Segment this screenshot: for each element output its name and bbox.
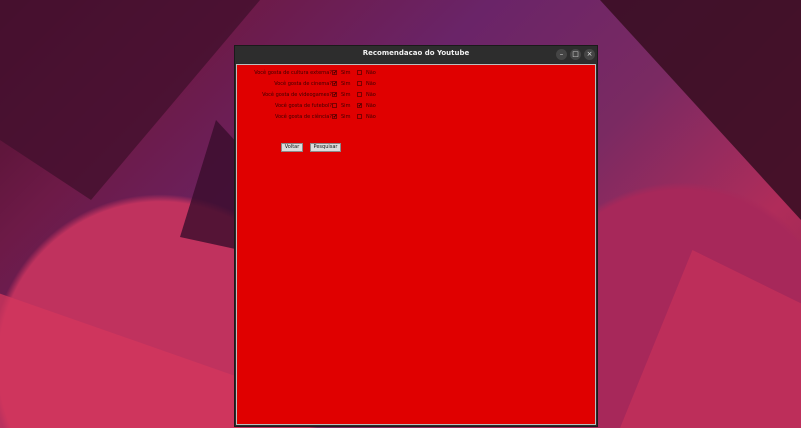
question-label: Você gosta de videogames? (262, 92, 332, 98)
question-label: Você gosta de cultura externa? (254, 70, 332, 76)
back-button[interactable]: Voltar (281, 143, 303, 152)
nao-label: Não (366, 70, 376, 76)
maximize-button[interactable]: □ (570, 49, 581, 60)
question-row: Você gosta de videogames? ✔ Sim Não (237, 90, 597, 101)
form-panel: Você gosta de cultura externa? ✔ Sim Não… (236, 64, 596, 425)
question-row: Você gosta de ciência? ✔ Sim Não (237, 112, 597, 123)
nao-label: Não (366, 114, 376, 120)
app-window: Recomendacao do Youtube – □ × Você gosta… (234, 45, 598, 427)
question-row: Você gosta de futebol? Sim ✔ Não (237, 101, 597, 112)
wallpaper-shape (620, 250, 801, 428)
minimize-button[interactable]: – (556, 49, 567, 60)
nao-checkbox[interactable] (357, 81, 362, 86)
wallpaper-shape (600, 0, 801, 220)
sim-label: Sim (341, 70, 351, 76)
question-row: Você gosta de cinema? ✔ Sim Não (237, 79, 597, 90)
nao-checkbox[interactable] (357, 114, 362, 119)
nao-checkbox[interactable]: ✔ (357, 103, 362, 109)
title-bar[interactable]: Recomendacao do Youtube – □ × (235, 46, 597, 63)
wallpaper-shape (0, 0, 260, 200)
nao-label: Não (366, 103, 376, 109)
nao-checkbox[interactable] (357, 92, 362, 97)
sim-checkbox[interactable]: ✔ (332, 92, 337, 98)
question-row: Você gosta de cultura externa? ✔ Sim Não (237, 68, 597, 79)
sim-checkbox[interactable] (332, 103, 337, 108)
sim-label: Sim (341, 114, 351, 120)
nao-checkbox[interactable] (357, 70, 362, 75)
sim-label: Sim (341, 81, 351, 87)
search-button[interactable]: Pesquisar (310, 143, 341, 152)
nao-label: Não (366, 81, 376, 87)
wallpaper-shape (0, 293, 240, 428)
sim-label: Sim (341, 103, 351, 109)
window-title: Recomendacao do Youtube (362, 49, 470, 57)
question-label: Você gosta de cinema? (274, 81, 332, 87)
question-label: Você gosta de ciência? (274, 114, 332, 120)
sim-label: Sim (341, 92, 351, 98)
question-label: Você gosta de futebol? (274, 103, 332, 109)
close-button[interactable]: × (584, 49, 595, 60)
sim-checkbox[interactable]: ✔ (332, 81, 337, 87)
sim-checkbox[interactable]: ✔ (332, 114, 337, 120)
sim-checkbox[interactable]: ✔ (332, 70, 337, 76)
wallpaper-shape (180, 120, 240, 250)
nao-label: Não (366, 92, 376, 98)
